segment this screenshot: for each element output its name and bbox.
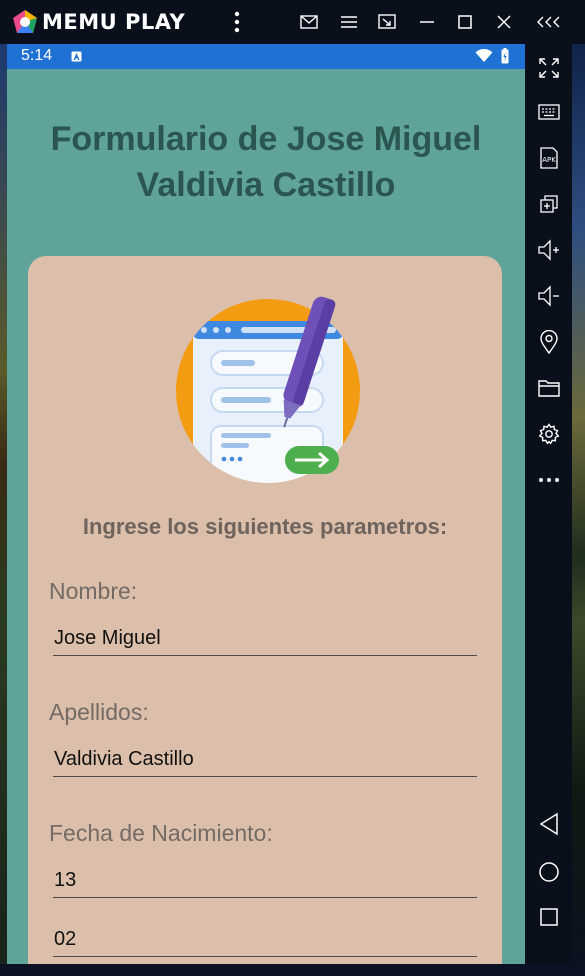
window-bottom-edge [0, 964, 585, 976]
notification-app-icon [71, 51, 82, 62]
form-instructions: Ingrese los siguientes parametros: [82, 514, 448, 539]
keyboard-icon[interactable] [536, 99, 562, 125]
settings-icon[interactable] [536, 421, 562, 447]
fullscreen-icon[interactable] [536, 55, 562, 81]
folder-icon[interactable] [536, 375, 562, 401]
screen-cast-icon[interactable] [375, 10, 399, 34]
battery-icon [501, 48, 509, 64]
nombre-input[interactable] [53, 621, 477, 656]
volume-down-icon[interactable] [536, 283, 562, 309]
page-title: Formulario de Jose Miguel Valdivia Casti… [50, 120, 482, 204]
form-card: Ingrese los siguientes parametros: Nombr… [28, 256, 502, 964]
emulator-titlebar: MEMU PLAY [0, 0, 585, 44]
apk-icon[interactable]: APK [536, 145, 562, 171]
apellidos-label: Apellidos: [49, 699, 149, 725]
close-icon[interactable] [492, 10, 516, 34]
nombre-label: Nombre: [49, 578, 138, 604]
wifi-icon [475, 49, 493, 62]
minimize-icon[interactable] [415, 10, 439, 34]
emulator-window: MEMU PLAY 5:14 Formulario de Jose Miguel… [0, 0, 585, 976]
location-icon[interactable] [536, 329, 562, 355]
fecha-month-input[interactable] [53, 922, 477, 957]
memu-logo-icon [13, 10, 37, 33]
menu-dots-icon[interactable] [225, 10, 249, 34]
apellidos-input[interactable] [53, 742, 477, 777]
fecha-label: Fecha de Nacimiento: [49, 820, 273, 846]
volume-up-icon[interactable] [536, 237, 562, 263]
form-pen-illustration [176, 296, 360, 483]
svg-text:APK: APK [542, 156, 556, 164]
home-icon[interactable] [536, 859, 562, 885]
hamburger-icon[interactable] [337, 10, 361, 34]
brand-name: MEMU PLAY [42, 10, 186, 34]
desktop-background-left [0, 44, 7, 976]
emulator-sidebar: APK [525, 44, 572, 964]
maximize-icon[interactable] [453, 10, 477, 34]
android-screen: 5:14 Formulario de Jose Miguel Valdivia … [7, 44, 525, 964]
mail-icon[interactable] [297, 10, 321, 34]
back-icon[interactable] [536, 811, 562, 837]
android-status-bar: 5:14 [7, 44, 525, 69]
multi-window-icon[interactable] [536, 191, 562, 217]
fecha-day-input[interactable] [53, 863, 477, 898]
collapse-sidebar-icon[interactable] [535, 10, 563, 34]
more-icon[interactable] [536, 467, 562, 493]
status-time: 5:14 [21, 47, 53, 64]
recents-icon[interactable] [536, 904, 562, 930]
desktop-background-right [572, 44, 585, 976]
